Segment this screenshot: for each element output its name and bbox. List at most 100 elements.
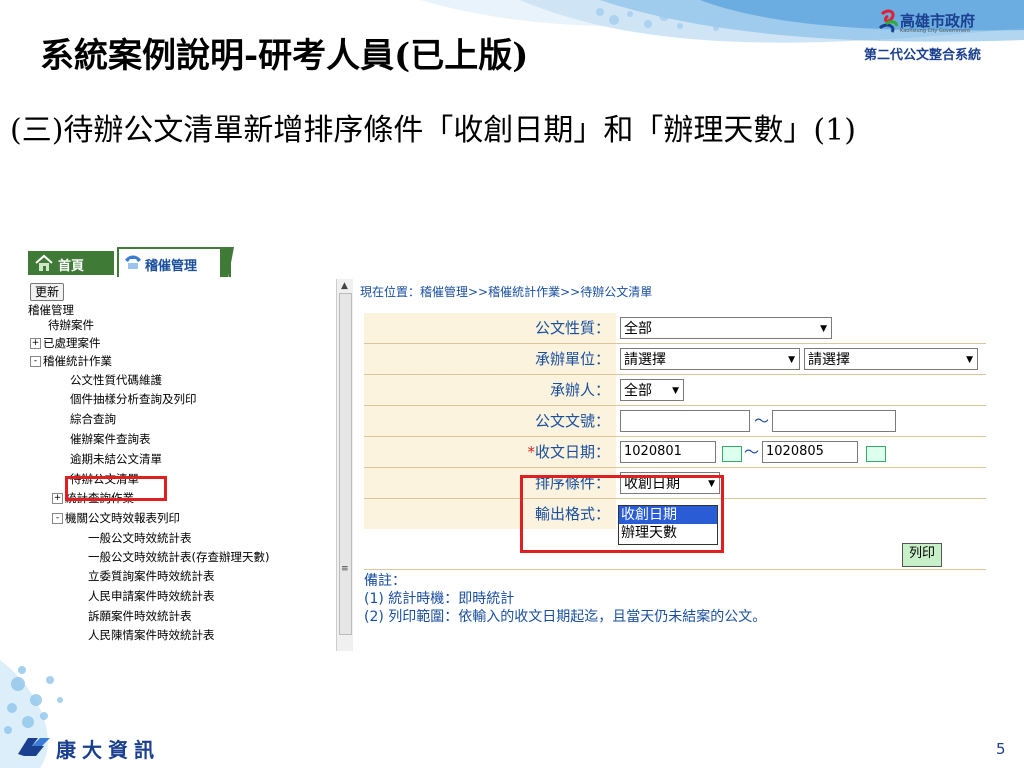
tab-home-label: 首頁: [58, 259, 85, 274]
doc-no-from-input[interactable]: [620, 410, 750, 432]
kaohsiung-emblem-icon: [878, 9, 898, 33]
tree-item-general-stat[interactable]: 一般公文時效統計表: [88, 531, 192, 545]
recv-date-to-input[interactable]: 1020805: [762, 441, 858, 463]
doc-no-to-input[interactable]: [772, 410, 896, 432]
refresh-button[interactable]: 更新: [30, 283, 65, 301]
tree-item-agency-report[interactable]: - 機關公文時效報表列印: [52, 511, 180, 525]
house-icon: [35, 254, 53, 271]
label-doc-no: 公文文號：: [364, 406, 616, 436]
tree-item-label: 訴願案件時效統計表: [88, 609, 192, 623]
notes-heading: 備註：: [364, 573, 406, 589]
company-name: 康大資訊: [56, 738, 160, 762]
recv-date-separator: ～: [744, 443, 760, 461]
highlight-box-tree: [65, 476, 167, 501]
tree-item-citizen-application-stat[interactable]: 人民申請案件時效統計表: [88, 589, 215, 603]
page-number: 5: [996, 740, 1006, 758]
tree-item-label: 一般公文時效統計表: [88, 531, 192, 545]
logo-system-name: 第二代公文整合系統: [864, 48, 982, 63]
note-item: (1) 統計時機：即時統計: [364, 591, 515, 607]
row-doc-no: 公文文號： ～: [364, 406, 986, 437]
tree-item-label: 機關公文時效報表列印: [65, 511, 180, 525]
tree-item-sampling-analysis[interactable]: 個件抽樣分析查詢及列印: [70, 392, 197, 406]
highlight-box-sort: [520, 475, 724, 553]
recv-date-from-input[interactable]: 1020801: [620, 441, 716, 463]
unit-value-secondary: 請選擇: [808, 352, 850, 368]
logo-city-name-en: Kaohsiung City Government: [900, 28, 971, 34]
tree-item-label: 個件抽樣分析查詢及列印: [70, 392, 197, 406]
phone-icon: [125, 255, 141, 269]
handler-select[interactable]: 全部 ▼: [620, 379, 684, 401]
label-recv-date-text: 收文日期：: [534, 443, 610, 461]
doc-type-select[interactable]: 全部 ▼: [620, 317, 832, 339]
slide-title: 系統案例說明-研考人員(已上版): [40, 36, 529, 76]
scroll-thumb[interactable]: [339, 293, 352, 635]
tree-item-label: 一般公文時效統計表(存查辦理天數): [88, 550, 270, 564]
label-doc-type: 公文性質：: [364, 313, 616, 343]
tree-item-pending-cases[interactable]: 待辦案件: [48, 318, 94, 332]
tree-item-legislator-stat[interactable]: 立委質詢案件時效統計表: [88, 569, 215, 583]
row-handler: 承辦人： 全部 ▼: [364, 375, 986, 406]
handler-value: 全部: [624, 383, 652, 399]
tree-scrollbar[interactable]: ▲ ≡: [336, 279, 353, 651]
slide-subtitle: (三)待辦公文清單新增排序條件「收創日期」和「辦理天數」(1): [10, 113, 856, 148]
print-button[interactable]: 列印: [902, 543, 942, 567]
collapse-icon[interactable]: -: [52, 513, 63, 524]
unit-select-primary[interactable]: 請選擇 ▼: [620, 348, 800, 370]
chevron-down-icon: ▼: [966, 355, 973, 365]
breadcrumb: 現在位置：稽催管理>>稽催統計作業>>待辦公文清單: [360, 285, 653, 299]
kaohsiung-logo: 高雄市政府 Kaohsiung City Government 第二代公文整合系…: [864, 6, 1014, 64]
chevron-down-icon: ▼: [672, 386, 679, 396]
tree-item-label: 人民申請案件時效統計表: [88, 589, 215, 603]
label-handler: 承辦人：: [364, 375, 616, 405]
tree-item-general-query[interactable]: 綜合查詢: [70, 412, 116, 426]
expand-icon[interactable]: +: [52, 493, 63, 504]
tree-item-label: 公文性質代碼維護: [70, 373, 162, 387]
tree-item-audit-statistics[interactable]: - 稽催統計作業: [30, 354, 112, 368]
tree-item-doc-type-code[interactable]: 公文性質代碼維護: [70, 373, 162, 387]
tab-home[interactable]: 首頁: [28, 251, 114, 275]
unit-select-secondary[interactable]: 請選擇 ▼: [804, 348, 978, 370]
company-emblem-icon: [18, 738, 50, 756]
row-unit: 承辦單位： 請選擇 ▼ 請選擇 ▼: [364, 344, 986, 375]
unit-value-primary: 請選擇: [624, 352, 666, 368]
chevron-down-icon: ▼: [788, 355, 795, 365]
expand-icon[interactable]: +: [30, 338, 41, 349]
tree-item-label: 待辦案件: [48, 318, 94, 332]
required-mark: *: [527, 443, 535, 461]
app-window: 首頁 稽催管理 更新 稽催管理 待辦案件 + 已處理案件 - 稽催統計作業 公文性質…: [24, 245, 986, 651]
label-recv-date: *收文日期：: [364, 437, 616, 467]
tree-item-label: 人民陳情案件時效統計表: [88, 628, 215, 642]
tree-item-label: 立委質詢案件時效統計表: [88, 569, 215, 583]
calendar-icon[interactable]: [722, 446, 742, 462]
label-unit: 承辦單位：: [364, 344, 616, 374]
tree-item-label: 逾期未結公文清單: [70, 452, 162, 466]
tree-item-appeal-stat[interactable]: 訴願案件時效統計表: [88, 609, 192, 623]
note-item: (2) 列印範圍：依輸入的收文日期起迄，且當天仍未結案的公文。: [364, 609, 767, 625]
tree-item-label: 稽催統計作業: [43, 354, 112, 368]
tree-item-processed-cases[interactable]: + 已處理案件: [30, 336, 101, 350]
doc-no-separator: ～: [754, 412, 770, 430]
chevron-down-icon: ▼: [820, 324, 827, 334]
tab-tail: [220, 247, 234, 277]
tree-item-label: 催辦案件查詢表: [70, 432, 151, 446]
row-recv-date: *收文日期： 1020801 ～ 1020805: [364, 437, 986, 468]
calendar-icon[interactable]: [866, 446, 886, 462]
scroll-grip-icon: ≡: [341, 564, 349, 574]
tree-item-label: 已處理案件: [43, 336, 101, 350]
tab-audit-management[interactable]: 稽催管理: [117, 247, 231, 277]
collapse-icon[interactable]: -: [30, 356, 41, 367]
tree-item-reminder-query[interactable]: 催辦案件查詢表: [70, 432, 151, 446]
tab-bar: 首頁 稽催管理: [24, 245, 234, 277]
tree-item-petition-stat[interactable]: 人民陳情案件時效統計表: [88, 628, 215, 642]
tree-item-label: 綜合查詢: [70, 412, 116, 426]
main-content: 現在位置：稽催管理>>稽催統計作業>>待辦公文清單 公文性質： 全部 ▼ 承辦單位…: [360, 279, 986, 651]
tree-item-overdue-list[interactable]: 逾期未結公文清單: [70, 452, 162, 466]
scroll-up-icon[interactable]: ▲: [341, 281, 348, 291]
doc-type-value: 全部: [624, 321, 652, 337]
row-doc-type: 公文性質： 全部 ▼: [364, 313, 986, 344]
nav-tree: 更新 稽催管理 待辦案件 + 已處理案件 - 稽催統計作業 公文性質代碼維護 個件抽…: [24, 279, 352, 651]
tree-item-general-stat-days[interactable]: 一般公文時效統計表(存查辦理天數): [88, 550, 269, 564]
tree-root[interactable]: 稽催管理: [28, 303, 74, 317]
notes-section: 備註： (1) 統計時機：即時統計 (2) 列印範圍：依輸入的收文日期起迄，且當…: [364, 569, 986, 651]
tab-audit-management-label: 稽催管理: [145, 259, 198, 274]
